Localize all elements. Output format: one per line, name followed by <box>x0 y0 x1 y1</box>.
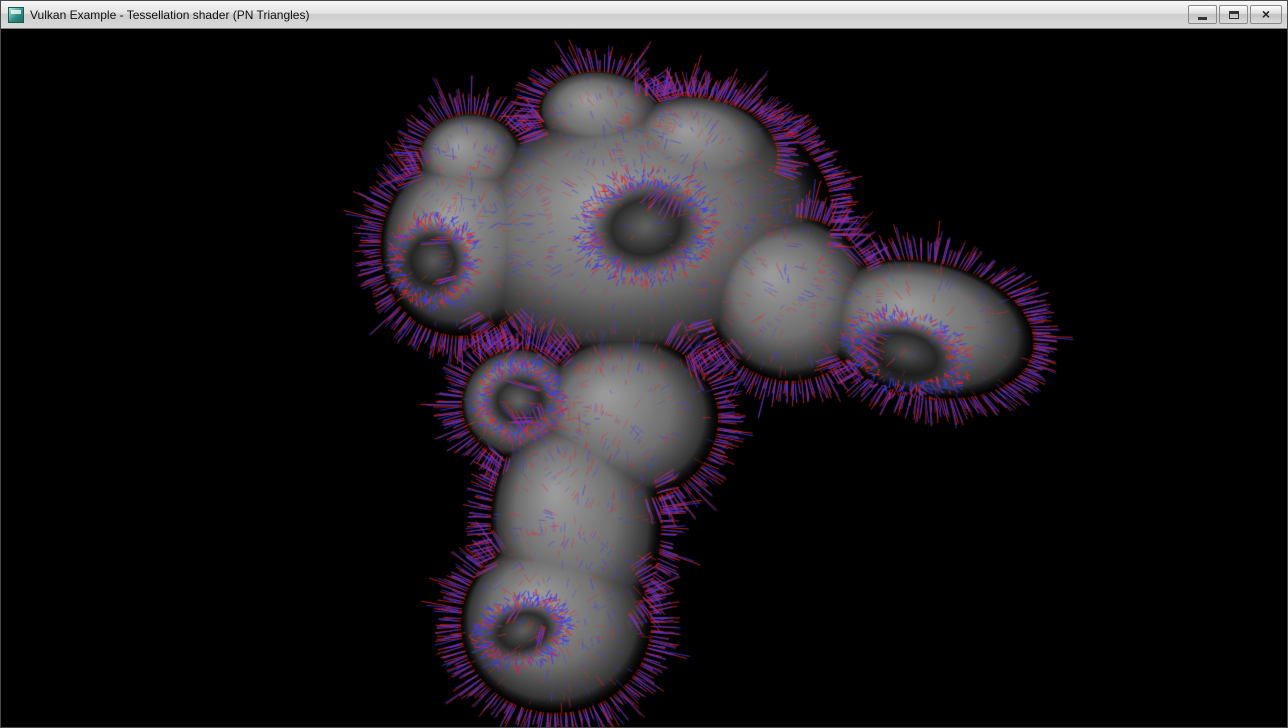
minimize-icon <box>1198 17 1207 20</box>
viewport-area <box>1 29 1287 727</box>
maximize-icon <box>1229 11 1239 19</box>
minimize-button[interactable] <box>1188 5 1217 24</box>
window-controls: × <box>1188 5 1282 24</box>
app-icon[interactable] <box>8 7 24 23</box>
window-title: Vulkan Example - Tessellation shader (PN… <box>30 7 1180 22</box>
vulkan-viewport[interactable] <box>1 29 1287 727</box>
close-icon: × <box>1262 7 1270 21</box>
titlebar[interactable]: Vulkan Example - Tessellation shader (PN… <box>1 1 1287 29</box>
app-window: Vulkan Example - Tessellation shader (PN… <box>0 0 1288 728</box>
maximize-button[interactable] <box>1219 5 1248 24</box>
close-button[interactable]: × <box>1250 5 1282 24</box>
